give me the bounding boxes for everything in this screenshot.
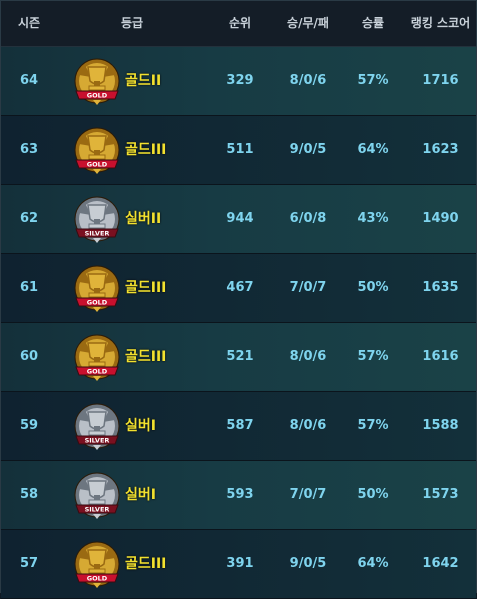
tier-name: 골드III (125, 349, 167, 365)
silver-tier-badge-icon: SILVER (71, 193, 123, 245)
silver-tier-badge-icon: SILVER (71, 400, 123, 452)
winrate-cell: 50% (357, 487, 389, 502)
season-cell: 57 (19, 556, 39, 571)
season-cell: 60 (19, 349, 39, 364)
rank-cell: 593 (226, 487, 254, 502)
season-cell: 59 (19, 418, 39, 433)
season-history-table: 시즌 등급 순위 승/무/패 승률 랭킹 스코어 64 GOLD 골드II 329 8/… (0, 0, 477, 599)
record-cell: 8/0/6 (289, 349, 327, 364)
record-cell: 8/0/6 (289, 73, 327, 88)
tier-name: 골드III (125, 142, 167, 158)
ranking-score-cell: 1716 (422, 73, 459, 88)
svg-text:GOLD: GOLD (87, 575, 108, 583)
season-cell: 64 (19, 73, 39, 88)
header-season: 시즌 (17, 16, 41, 30)
rank-cell: 587 (226, 418, 254, 433)
table-row: 57 GOLD 골드III 391 9/0/5 64% 1642 (1, 530, 476, 599)
rank-cell: 391 (226, 556, 254, 571)
silver-tier-badge-icon: SILVER (71, 469, 123, 521)
winrate-cell: 43% (357, 211, 389, 226)
svg-text:SILVER: SILVER (85, 437, 110, 445)
gold-tier-badge-icon: GOLD (71, 55, 123, 107)
header-tier: 등급 (120, 16, 144, 30)
header-ranking-score: 랭킹 스코어 (410, 16, 471, 30)
svg-text:SILVER: SILVER (85, 506, 110, 514)
table-row: 64 GOLD 골드II 329 8/0/6 57% 1716 (1, 47, 476, 116)
svg-text:GOLD: GOLD (87, 368, 108, 376)
winrate-cell: 57% (357, 418, 389, 433)
rank-cell: 521 (226, 349, 254, 364)
ranking-score-cell: 1616 (422, 349, 459, 364)
gold-tier-badge-icon: GOLD (71, 124, 123, 176)
rank-cell: 511 (226, 142, 254, 157)
tier-name: 골드III (125, 280, 167, 296)
svg-text:GOLD: GOLD (87, 92, 108, 100)
gold-tier-badge-icon: GOLD (71, 538, 123, 590)
tier-name: 실버II (125, 211, 162, 227)
tier-cell: GOLD 골드III (71, 262, 211, 314)
tier-name: 골드III (125, 556, 167, 572)
season-cell: 62 (19, 211, 39, 226)
record-cell: 7/0/7 (289, 487, 327, 502)
table-row: 61 GOLD 골드III 467 7/0/7 50% 1635 (1, 254, 476, 323)
tier-cell: SILVER 실버I (71, 400, 211, 452)
header-rank: 순위 (228, 16, 252, 30)
table-row: 63 GOLD 골드III 511 9/0/5 64% 1623 (1, 116, 476, 185)
ranking-score-cell: 1623 (422, 142, 459, 157)
gold-tier-badge-icon: GOLD (71, 331, 123, 383)
record-cell: 8/0/6 (289, 418, 327, 433)
record-cell: 9/0/5 (289, 142, 327, 157)
header-winrate: 승률 (361, 16, 385, 30)
tier-cell: SILVER 실버II (71, 193, 211, 245)
season-cell: 58 (19, 487, 39, 502)
tier-cell: GOLD 골드II (71, 55, 211, 107)
table-row: 60 GOLD 골드III 521 8/0/6 57% 1616 (1, 323, 476, 392)
rank-cell: 329 (226, 73, 254, 88)
tier-cell: GOLD 골드III (71, 124, 211, 176)
tier-name: 실버I (125, 418, 156, 434)
svg-text:GOLD: GOLD (87, 299, 108, 307)
table-row: 58 SILVER 실버I 593 7/0/7 50% 1573 (1, 461, 476, 530)
svg-text:SILVER: SILVER (85, 230, 110, 238)
season-cell: 61 (19, 280, 39, 295)
winrate-cell: 57% (357, 73, 389, 88)
winrate-cell: 64% (357, 556, 389, 571)
ranking-score-cell: 1588 (422, 418, 459, 433)
ranking-score-cell: 1642 (422, 556, 459, 571)
gold-tier-badge-icon: GOLD (71, 262, 123, 314)
svg-text:GOLD: GOLD (87, 161, 108, 169)
record-cell: 7/0/7 (289, 280, 327, 295)
ranking-score-cell: 1635 (422, 280, 459, 295)
table-header: 시즌 등급 순위 승/무/패 승률 랭킹 스코어 (1, 1, 476, 47)
winrate-cell: 50% (357, 280, 389, 295)
rank-cell: 944 (226, 211, 254, 226)
rank-cell: 467 (226, 280, 254, 295)
tier-cell: GOLD 골드III (71, 538, 211, 590)
winrate-cell: 57% (357, 349, 389, 364)
ranking-score-cell: 1573 (422, 487, 459, 502)
tier-name: 골드II (125, 73, 162, 89)
record-cell: 9/0/5 (289, 556, 327, 571)
winrate-cell: 64% (357, 142, 389, 157)
ranking-score-cell: 1490 (422, 211, 459, 226)
record-cell: 6/0/8 (289, 211, 327, 226)
table-row: 59 SILVER 실버I 587 8/0/6 57% 1588 (1, 392, 476, 461)
season-cell: 63 (19, 142, 39, 157)
table-body: 64 GOLD 골드II 329 8/0/6 57% 1716 63 GOLD 골드III 511 9… (1, 47, 476, 599)
tier-cell: GOLD 골드III (71, 331, 211, 383)
header-record: 승/무/패 (287, 16, 329, 30)
tier-name: 실버I (125, 487, 156, 503)
tier-cell: SILVER 실버I (71, 469, 211, 521)
table-row: 62 SILVER 실버II 944 6/0/8 43% 1490 (1, 185, 476, 254)
